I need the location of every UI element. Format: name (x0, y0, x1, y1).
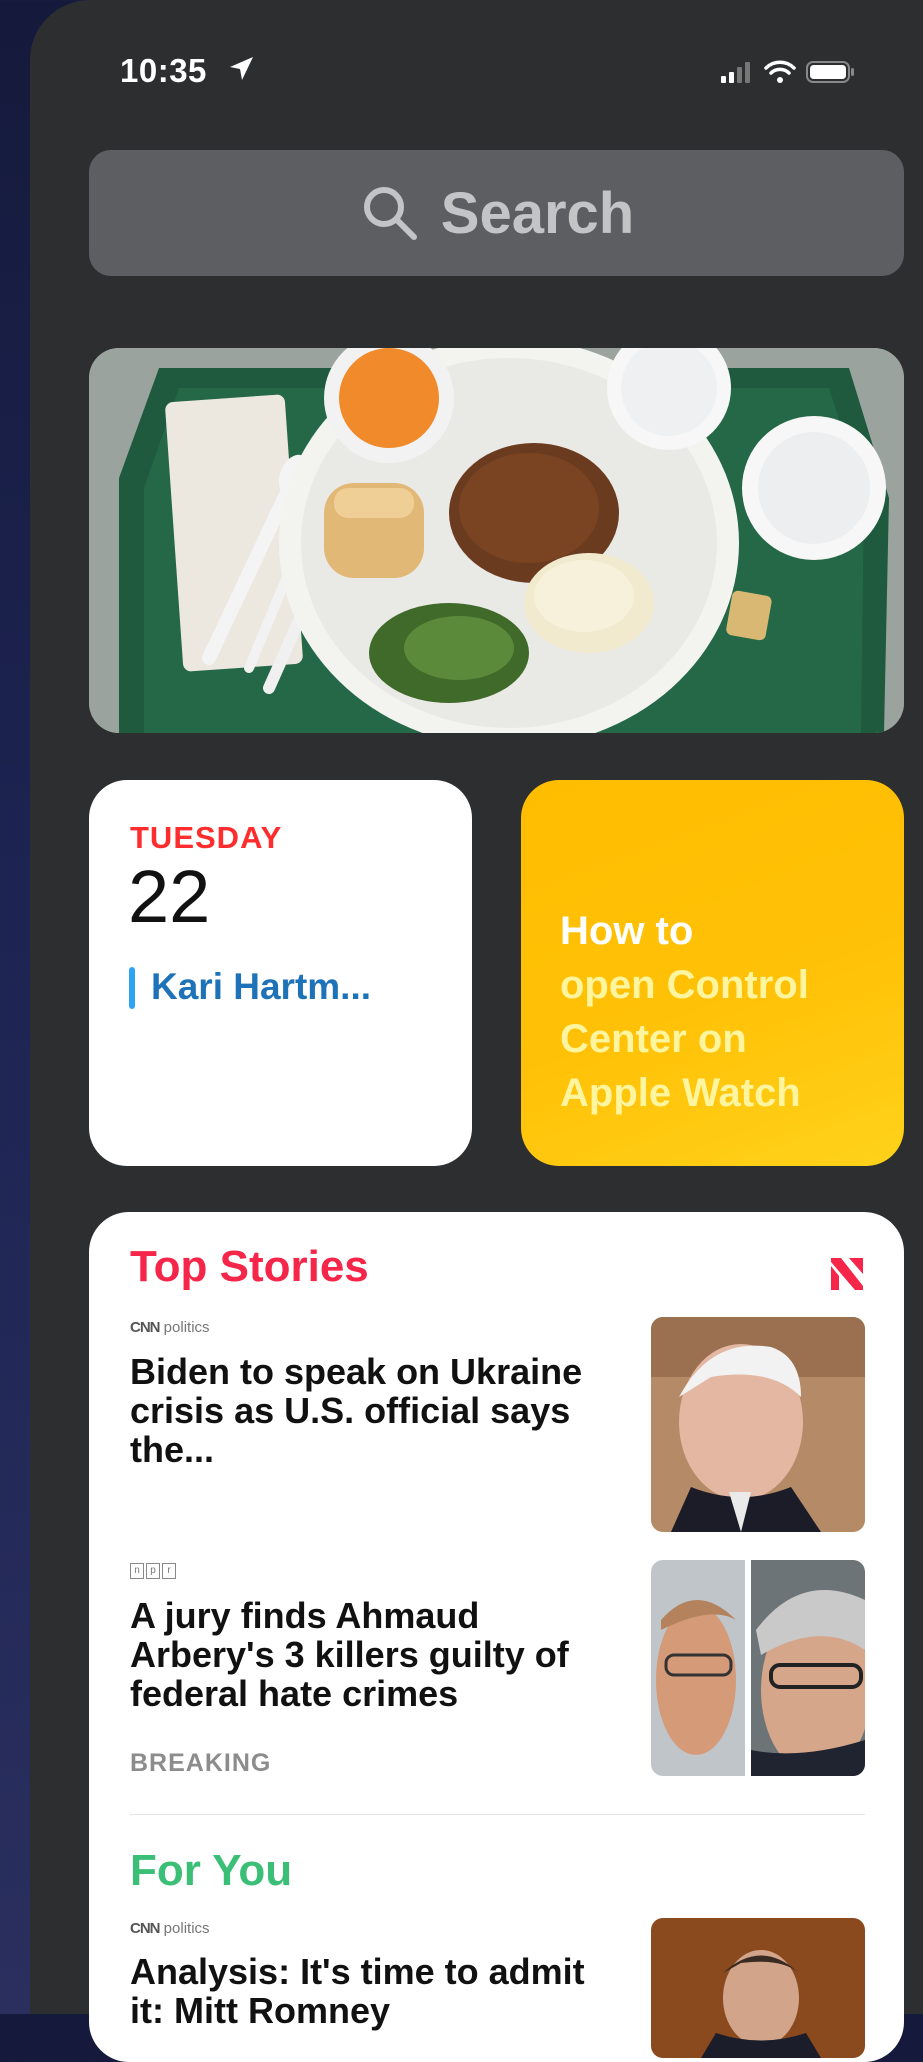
source-section: politics (163, 1920, 210, 1937)
calendar-event[interactable]: Kari Hartm... (151, 966, 371, 1008)
source-name: CNN (130, 1920, 160, 1937)
top-stories-title: Top Stories (130, 1242, 369, 1291)
status-bar: 10:35 (30, 42, 923, 102)
source-name: CNN (130, 1319, 160, 1336)
location-arrow-icon (230, 57, 253, 80)
cellular-signal-icon (721, 62, 750, 83)
photos-widget[interactable] (89, 348, 904, 733)
today-view: 10:35 Search TUESDAY 22 Kari Hartm... Ho… (30, 0, 923, 2062)
calendar-date: 22 (128, 855, 211, 938)
story-thumbnail[interactable] (651, 1918, 865, 2058)
tip-line-3: Center on (560, 1017, 747, 1061)
story-source: CNN politics (130, 1319, 210, 1336)
breaking-badge: BREAKING (130, 1749, 272, 1777)
wifi-icon (764, 60, 796, 83)
story-thumbnail[interactable] (651, 1317, 865, 1532)
story-headline[interactable]: Biden to speak on Ukraine crisis as U.S.… (130, 1352, 610, 1469)
status-icons (720, 60, 856, 84)
news-widget[interactable]: Top Stories CNN politics Biden to speak … (89, 1212, 904, 2062)
tip-line-2: open Control (560, 963, 809, 1007)
for-you-title: For You (130, 1846, 293, 1895)
calendar-weekday: TUESDAY (130, 820, 283, 855)
search-bar[interactable]: Search (89, 150, 904, 276)
tip-line-4: Apple Watch (560, 1071, 801, 1115)
search-placeholder: Search (440, 180, 635, 246)
story-headline[interactable]: Analysis: It's time to admit it: Mitt Ro… (130, 1952, 610, 2030)
npr-letter: p (146, 1563, 160, 1579)
tip-line-1: How to (560, 909, 694, 953)
npr-logo: n p r (130, 1563, 178, 1579)
battery-icon (806, 61, 854, 83)
story-headline[interactable]: A jury finds Ahmaud Arbery's 3 killers g… (130, 1596, 610, 1713)
npr-letter: r (162, 1563, 176, 1579)
meal-tray-photo (89, 348, 904, 733)
story-source: CNN politics (130, 1920, 210, 1937)
apple-news-icon (829, 1256, 865, 1292)
section-divider (130, 1814, 865, 1815)
tip-title: How to open Control Center on Apple Watc… (560, 904, 890, 1120)
status-time: 10:35 (120, 52, 207, 89)
npr-letter: n (130, 1563, 144, 1579)
story-thumbnail[interactable] (651, 1560, 865, 1776)
story-photo (651, 1560, 865, 1776)
event-color-bar (129, 967, 135, 1009)
search-icon (363, 187, 417, 240)
tips-widget[interactable]: How to open Control Center on Apple Watc… (521, 780, 904, 1166)
calendar-widget[interactable]: TUESDAY 22 Kari Hartm... (89, 780, 472, 1166)
story-photo (651, 1918, 865, 2058)
story-photo (651, 1317, 865, 1532)
source-section: politics (163, 1319, 210, 1336)
